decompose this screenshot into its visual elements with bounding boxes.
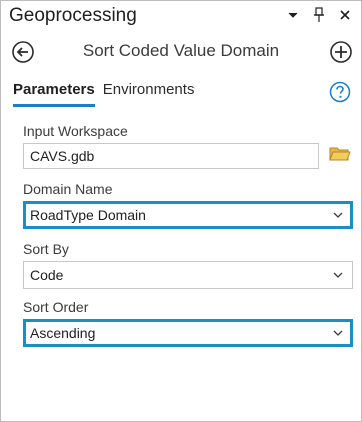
help-icon[interactable] [329,81,351,103]
pin-icon[interactable] [311,7,327,23]
sort-order-label: Sort Order [23,299,89,315]
geoprocessing-pane: Geoprocessing Sort Coded Value Domain Pa… [0,0,362,422]
tab-bar: Parameters Environments [13,81,194,107]
pane-titlebar: Geoprocessing [1,1,361,31]
chevron-down-icon [332,268,344,280]
param-domain-name: Domain Name RoadType Domain [23,181,353,229]
domain-name-value: RoadType Domain [30,207,146,223]
input-workspace-label: Input Workspace [23,123,128,139]
param-sort-by: Sort By Code [23,241,353,289]
tool-title: Sort Coded Value Domain [82,41,280,60]
param-input-workspace: Input Workspace CAVS.gdb [23,123,353,169]
pane-title: Geoprocessing [9,5,137,26]
pane-window-controls [285,7,353,23]
tab-environments[interactable]: Environments [103,81,195,107]
param-sort-order: Sort Order Ascending [23,299,353,347]
sort-by-label: Sort By [23,241,69,257]
tool-header: Sort Coded Value Domain [1,37,361,69]
chevron-down-icon[interactable] [285,7,301,23]
sort-by-dropdown[interactable]: Code [23,261,353,289]
domain-name-label: Domain Name [23,181,113,197]
tab-parameters[interactable]: Parameters [13,81,95,107]
sort-order-value: Ascending [30,325,96,341]
folder-icon[interactable] [329,145,351,163]
chevron-down-icon [332,208,344,220]
chevron-down-icon [332,326,344,338]
sort-order-dropdown[interactable]: Ascending [23,319,353,347]
back-arrow-icon[interactable] [11,40,35,64]
input-workspace-field[interactable]: CAVS.gdb [23,143,319,169]
sort-by-value: Code [30,267,64,283]
add-icon[interactable] [329,40,353,64]
close-icon[interactable] [337,7,353,23]
domain-name-dropdown[interactable]: RoadType Domain [23,201,353,229]
